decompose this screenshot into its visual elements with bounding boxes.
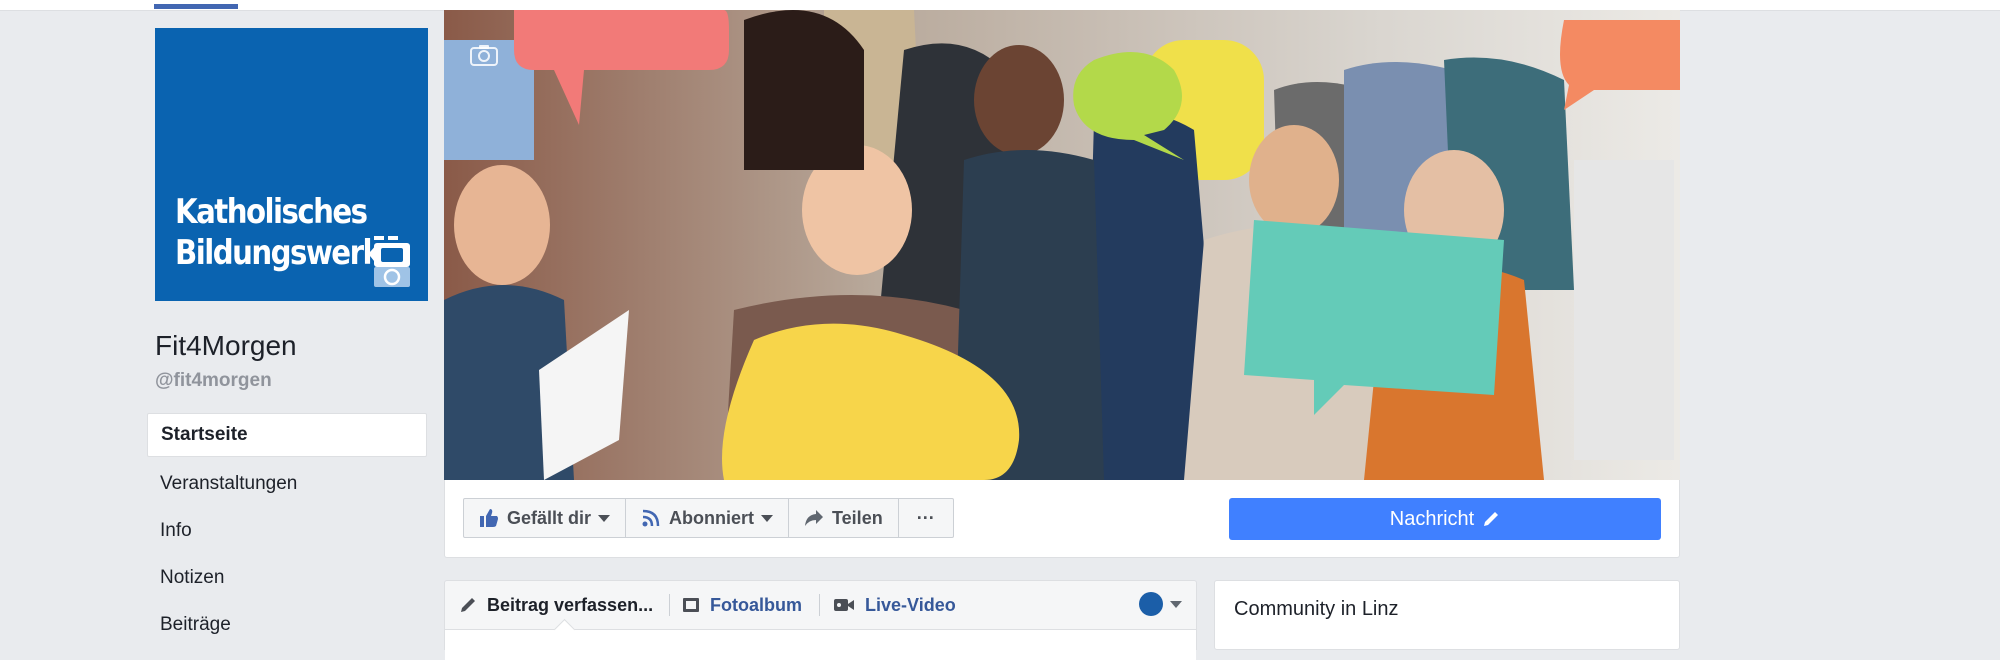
divider bbox=[669, 594, 670, 616]
nav-item-beitraege[interactable]: Beiträge bbox=[147, 601, 427, 648]
page-title: Fit4Morgen bbox=[155, 330, 297, 361]
page-username[interactable]: @fit4morgen bbox=[155, 370, 272, 392]
cover-photo-illustration bbox=[444, 10, 1680, 480]
profile-picture[interactable]: Katholisches Bildungswerk bbox=[155, 28, 428, 301]
nav-item-startseite[interactable]: Startseite bbox=[147, 413, 427, 457]
photo-album-icon bbox=[683, 598, 699, 612]
pencil-icon bbox=[461, 598, 475, 612]
active-tab-indicator bbox=[154, 4, 238, 9]
nav-item-notizen[interactable]: Notizen bbox=[147, 554, 427, 601]
community-card: Community in Linz bbox=[1214, 580, 1680, 650]
share-button-label: Teilen bbox=[832, 507, 883, 528]
message-button-label: Nachricht bbox=[1389, 507, 1475, 530]
avatar bbox=[1139, 592, 1163, 616]
follow-button-label: Abonniert bbox=[669, 507, 755, 528]
divider bbox=[819, 594, 820, 616]
nav-item-info[interactable]: Info bbox=[147, 507, 427, 554]
photo-album-label: Fotoalbum bbox=[710, 594, 802, 615]
chevron-down-icon bbox=[761, 514, 774, 522]
logo-wordmark: Katholisches Bildungswerk bbox=[175, 192, 382, 274]
share-button[interactable]: Teilen bbox=[788, 498, 899, 538]
video-camera-icon bbox=[834, 599, 854, 611]
community-title: Community in Linz bbox=[1234, 598, 1399, 620]
pencil-icon bbox=[1484, 512, 1499, 526]
live-video-tab[interactable]: Live-Video bbox=[833, 592, 956, 618]
logo-oo-mark bbox=[374, 236, 410, 287]
chevron-down-icon bbox=[598, 514, 611, 522]
share-arrow-icon bbox=[805, 510, 824, 526]
chevron-down-icon bbox=[1170, 600, 1182, 608]
write-post-label: Beitrag verfassen... bbox=[487, 594, 654, 615]
more-options-button[interactable]: ··· bbox=[897, 498, 954, 538]
page-action-bar: Gefällt dir Abonniert Teilen ··· Nachric… bbox=[444, 480, 1680, 558]
logo-line-1: Katholisches bbox=[175, 192, 368, 232]
post-as-selector[interactable] bbox=[1139, 592, 1182, 616]
live-video-label: Live-Video bbox=[865, 594, 956, 615]
message-button[interactable]: Nachricht bbox=[1229, 498, 1661, 540]
like-button-label: Gefällt dir bbox=[507, 507, 592, 528]
like-button[interactable]: Gefällt dir bbox=[463, 498, 627, 538]
more-options-label: ··· bbox=[916, 507, 935, 528]
logo-line-2: Bildungswerk bbox=[175, 233, 382, 273]
thumbs-up-icon bbox=[480, 509, 498, 527]
write-post-tab[interactable]: Beitrag verfassen... bbox=[459, 592, 653, 618]
camera-icon[interactable] bbox=[470, 44, 498, 66]
page-nav: Startseite Veranstaltungen Info Notizen … bbox=[147, 413, 427, 648]
rss-icon bbox=[642, 509, 660, 527]
cover-photo[interactable] bbox=[444, 10, 1680, 480]
photo-album-tab[interactable]: Fotoalbum bbox=[682, 592, 802, 618]
nav-item-veranstaltungen[interactable]: Veranstaltungen bbox=[147, 460, 427, 507]
action-button-group: Gefällt dir Abonniert Teilen ··· bbox=[463, 498, 954, 538]
follow-button[interactable]: Abonniert bbox=[625, 498, 790, 538]
post-composer: Beitrag verfassen... Fotoalbum Live-Vide… bbox=[444, 580, 1197, 660]
